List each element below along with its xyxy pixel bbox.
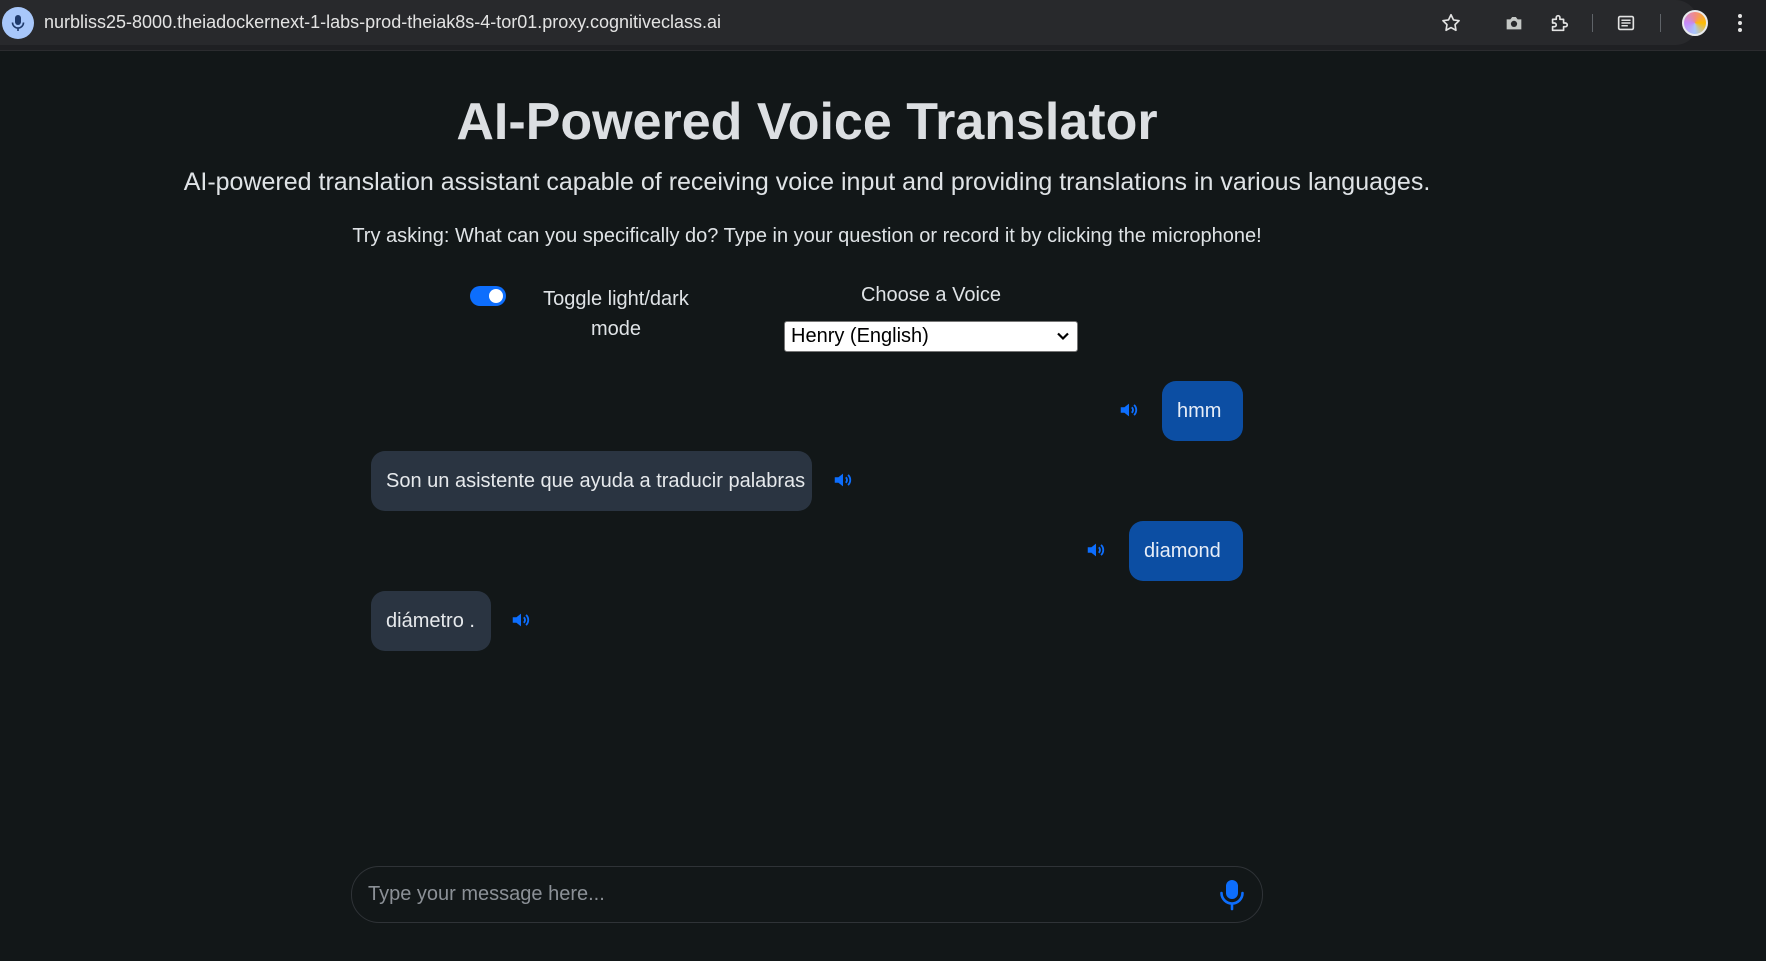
voice-select-value: Henry (English) — [791, 325, 929, 347]
play-audio-icon[interactable] — [1118, 399, 1140, 421]
message-text: diamond — [1144, 540, 1221, 562]
chevron-down-icon — [1057, 332, 1069, 341]
microphone-icon[interactable] — [1217, 879, 1247, 911]
message-composer — [351, 866, 1263, 923]
usage-hint: Try asking: What can you specifically do… — [352, 225, 1262, 247]
theme-toggle-switch[interactable] — [470, 286, 506, 306]
microphone-icon — [11, 14, 25, 31]
page-subtitle: AI-powered translation assistant capable… — [183, 168, 1431, 196]
camera-icon[interactable] — [1501, 10, 1527, 36]
voice-select-label: Choose a Voice — [860, 284, 1002, 306]
profile-avatar[interactable] — [1682, 10, 1708, 36]
message-input[interactable] — [368, 867, 1188, 922]
voice-select[interactable]: Henry (English) — [784, 321, 1078, 352]
user-message: diamond — [1129, 521, 1243, 581]
message-text: hmm — [1177, 400, 1222, 422]
toggle-knob — [489, 289, 503, 303]
extensions-puzzle-icon[interactable] — [1546, 10, 1572, 36]
message-text: Son un asistente que ayuda a traducir pa… — [386, 470, 806, 492]
toolbar-divider — [1592, 14, 1593, 32]
bot-message: Son un asistente que ayuda a traducir pa… — [371, 451, 812, 511]
url-text[interactable]: nurbliss25-8000.theiadockernext-1-labs-p… — [44, 12, 721, 33]
message-text: diámetro . — [386, 610, 475, 632]
page-title: AI-Powered Voice Translator — [456, 93, 1158, 151]
user-message: hmm — [1162, 381, 1243, 441]
play-audio-icon[interactable] — [832, 469, 854, 491]
bookmark-star-icon[interactable] — [1438, 10, 1464, 36]
theme-toggle-label: Toggle light/dark mode — [543, 288, 689, 340]
play-audio-icon[interactable] — [1085, 539, 1107, 561]
play-audio-icon[interactable] — [510, 609, 532, 631]
site-info-icon[interactable] — [2, 6, 34, 39]
toolbar-divider — [1660, 14, 1661, 32]
reading-list-icon[interactable] — [1613, 10, 1639, 36]
bot-message: diámetro . — [371, 591, 491, 651]
more-menu-icon[interactable] — [1727, 10, 1753, 36]
browser-toolbar: nurbliss25-8000.theiadockernext-1-labs-p… — [0, 0, 1766, 51]
